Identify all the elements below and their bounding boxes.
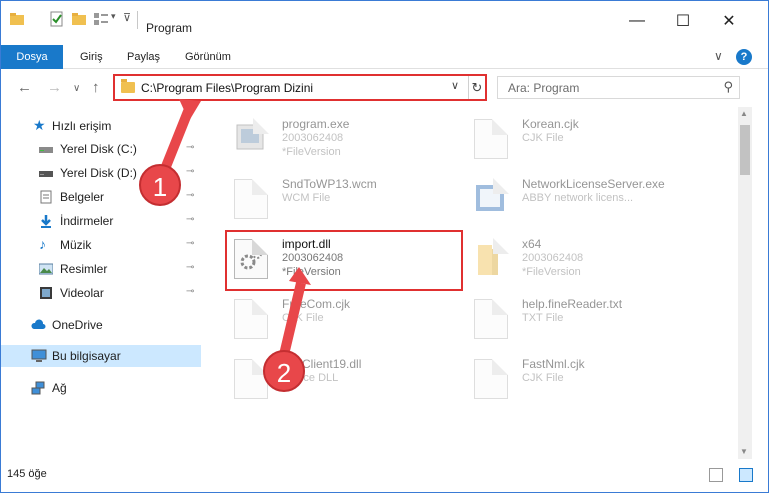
explorer-window: ▾ ⊽ Program — ☐ ✕ Dosya Giriş Paylaş Gör… <box>0 0 769 493</box>
arrow-to-import-dll <box>278 281 306 361</box>
arrow-head-import-dll <box>289 267 311 285</box>
annotation-arrows <box>158 99 311 361</box>
callout-step-1: 1 <box>139 164 181 206</box>
callout-step-2: 2 <box>263 350 305 392</box>
